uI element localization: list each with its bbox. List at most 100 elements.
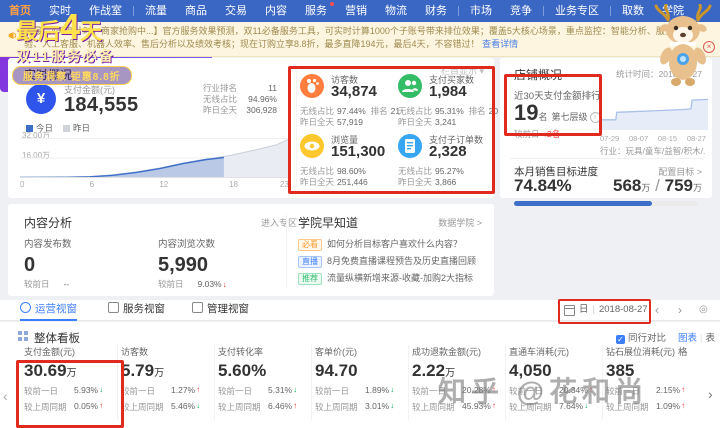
pageviews-value: 151,300: [331, 143, 386, 160]
metric-col-visitors[interactable]: 访客数 5.79万 较前一日 1.27% ↑ 较上周同期 5.46% ↓: [117, 345, 215, 420]
checkbox-checked-icon: ✓: [616, 335, 625, 344]
nav-item-content[interactable]: 内容: [256, 0, 296, 22]
trend-arrow: ↓: [196, 401, 201, 410]
x-tick: 23: [279, 180, 289, 189]
academy-item[interactable]: 直播 8月免费直播课程预告及历史直播回顾: [298, 254, 476, 268]
pageviews-yesterday: 昨日全天 251,446: [300, 177, 368, 187]
pay-suborders-value: 2,328: [429, 143, 467, 160]
notification-dot: [330, 2, 334, 6]
industry-label: 行业：玩具/童车/益智/积木/..: [600, 146, 706, 156]
nav-item-data[interactable]: 取数: [613, 0, 653, 22]
rank-trend-chart: [602, 98, 708, 130]
goal-percent: 74.84%: [514, 176, 572, 195]
content-publish-value: 0: [24, 254, 36, 276]
trend-arrow: ↓: [390, 401, 395, 410]
metric-col-avg-order[interactable]: 客单价(元) 94.70 较前一日 1.89% ↓ 较上周同期 3.01% ↓: [311, 345, 409, 420]
legend-yesterday-swatch: [63, 125, 71, 132]
nav-separator: [610, 6, 611, 16]
tab-operation-view[interactable]: 运营视窗: [20, 300, 77, 321]
nav-item-marketing[interactable]: 营销: [336, 0, 376, 22]
peer-compare-toggle[interactable]: ✓ 同行对比: [616, 330, 666, 344]
dashboard-grid-icon: [18, 331, 28, 341]
nav-item-goods[interactable]: 商品: [176, 0, 216, 22]
x-tick: 0: [20, 180, 25, 189]
nav-separator: [458, 6, 459, 16]
academy-title: 学院早知道: [298, 216, 359, 230]
order-doc-icon: [398, 134, 422, 158]
academy-item[interactable]: 必看 如何分析目标客户喜欢什么内容？: [298, 237, 462, 251]
pay-suborders-yesterday: 昨日全天 3,866: [398, 177, 457, 187]
trend-arrow: ↑: [293, 401, 298, 410]
sycm-dashboard: 首页 实时 作战室 流量 商品 交易 内容 服务 营销 物流 财务 市场 竞争 …: [0, 0, 720, 428]
trend-arrow: ↑: [99, 401, 104, 410]
rank-delta: 较前日 ↑2名: [514, 129, 561, 139]
headset-icon: [108, 302, 119, 313]
trend-arrow: ↓: [293, 385, 298, 394]
divider: [510, 158, 702, 159]
calendar-icon: [564, 305, 575, 316]
currency-icon: ¥: [26, 84, 56, 114]
trend-arrow: ↓: [390, 385, 395, 394]
trend-arrow: ↓: [99, 385, 104, 394]
trend-ticks: 07-29 08-07 08-15 08-27: [600, 134, 706, 143]
content-views-delta: 较前日 9.03%↓: [158, 279, 227, 289]
nav-item-competition[interactable]: 竞争: [501, 0, 541, 22]
academy-item[interactable]: 推荐 流量纵横新增来源-收藏-加购2大指标: [298, 271, 473, 285]
metrics-prev-arrow[interactable]: ‹: [3, 388, 8, 404]
content-publish-label: 内容发布数: [24, 239, 72, 250]
wireless-ratio-value: 94.96%: [248, 94, 277, 104]
eye-icon: [300, 134, 324, 158]
industry-rank-label: 行业排名: [203, 83, 238, 93]
monitor-icon: [20, 302, 31, 313]
nav-item-logistics[interactable]: 物流: [376, 0, 416, 22]
pageviews-metric-card: 浏览量 151,300 无线占比 98.60% 昨日全天 251,446: [300, 134, 395, 190]
metric-col-conversion[interactable]: 支付转化率 5.60% 较前一日 5.31% ↓ 较上周同期 6.46% ↑: [214, 345, 312, 420]
nav-item-trade[interactable]: 交易: [216, 0, 256, 22]
payment-amount-value: 184,555: [64, 94, 139, 116]
info-icon[interactable]: i: [589, 112, 601, 123]
x-tick: 18: [229, 180, 238, 189]
pay-buyers-value: 1,984: [429, 83, 467, 100]
yesterday-total-label: 昨日全天: [203, 105, 238, 115]
footprint-icon: [300, 74, 324, 98]
metric-col-payment[interactable]: 支付金额(元) 30.69万 较前一日 5.93% ↓ 较上周同期 0.05% ↑: [20, 345, 118, 420]
announcement-detail-link[interactable]: 查看详情: [482, 39, 518, 49]
banner-offer-pill: 服务洞察 钜惠8.8折: [12, 66, 132, 85]
content-publish-delta: 较前日 --: [24, 279, 70, 289]
nav-item-traffic[interactable]: 流量: [136, 0, 176, 22]
pay-suborders-metric-card: 支付子订单数 2,328 无线占比 95.27% 昨日全天 3,866: [398, 134, 493, 190]
nav-separator: [133, 6, 134, 16]
down-arrow-icon: ↓: [222, 280, 227, 289]
visitors-value: 34,874: [331, 83, 377, 100]
chart-view-button[interactable]: 图表: [678, 333, 697, 344]
shop-title: 店铺概况: [514, 68, 563, 82]
settings-icon[interactable]: ◎: [699, 301, 708, 319]
visitors-metric-card: 访客数 34,874 无线占比 97.44% 排名 21 昨日全天 57,919: [300, 74, 400, 130]
trend-arrow: ↑: [681, 401, 686, 410]
date-next-button[interactable]: ›: [678, 301, 682, 319]
board-title: 整体看板: [34, 333, 80, 345]
x-axis-ticks: 0 6 12 18 23: [20, 180, 289, 190]
nav-item-bizzone[interactable]: 业务专区: [546, 0, 608, 22]
academy-more-link[interactable]: 数据学院 >: [438, 216, 482, 229]
tab-service-view[interactable]: 服务视窗: [108, 300, 165, 319]
content-views-label: 内容浏览次数: [158, 239, 216, 250]
metrics-next-arrow[interactable]: ›: [708, 386, 713, 402]
nav-item-finance[interactable]: 财务: [416, 0, 456, 22]
tag-must-read: 必看: [298, 239, 322, 251]
pay-buyers-yesterday: 昨日全天 3,241: [398, 117, 457, 127]
date-picker[interactable]: 日 | 2018-08-27: [579, 300, 648, 320]
x-tick: 12: [159, 180, 169, 189]
nav-item-market[interactable]: 市场: [461, 0, 501, 22]
trend-arrow: ↑: [681, 385, 686, 394]
realtime-area-chart: [20, 138, 288, 178]
shop-level: 第七层级: [551, 112, 588, 122]
date-prev-button[interactable]: ‹: [655, 301, 659, 319]
divider: [296, 68, 297, 188]
nav-item-service[interactable]: 服务: [296, 0, 336, 22]
banner-headline: 最后4天: [16, 6, 103, 47]
top-nav: 首页 实时 作战室 流量 商品 交易 内容 服务 营销 物流 财务 市场 竞争 …: [0, 0, 720, 22]
trend-arrow: ↑: [196, 385, 201, 394]
tab-manage-view[interactable]: 管理视窗: [192, 300, 249, 319]
x-tick: 6: [89, 180, 95, 189]
